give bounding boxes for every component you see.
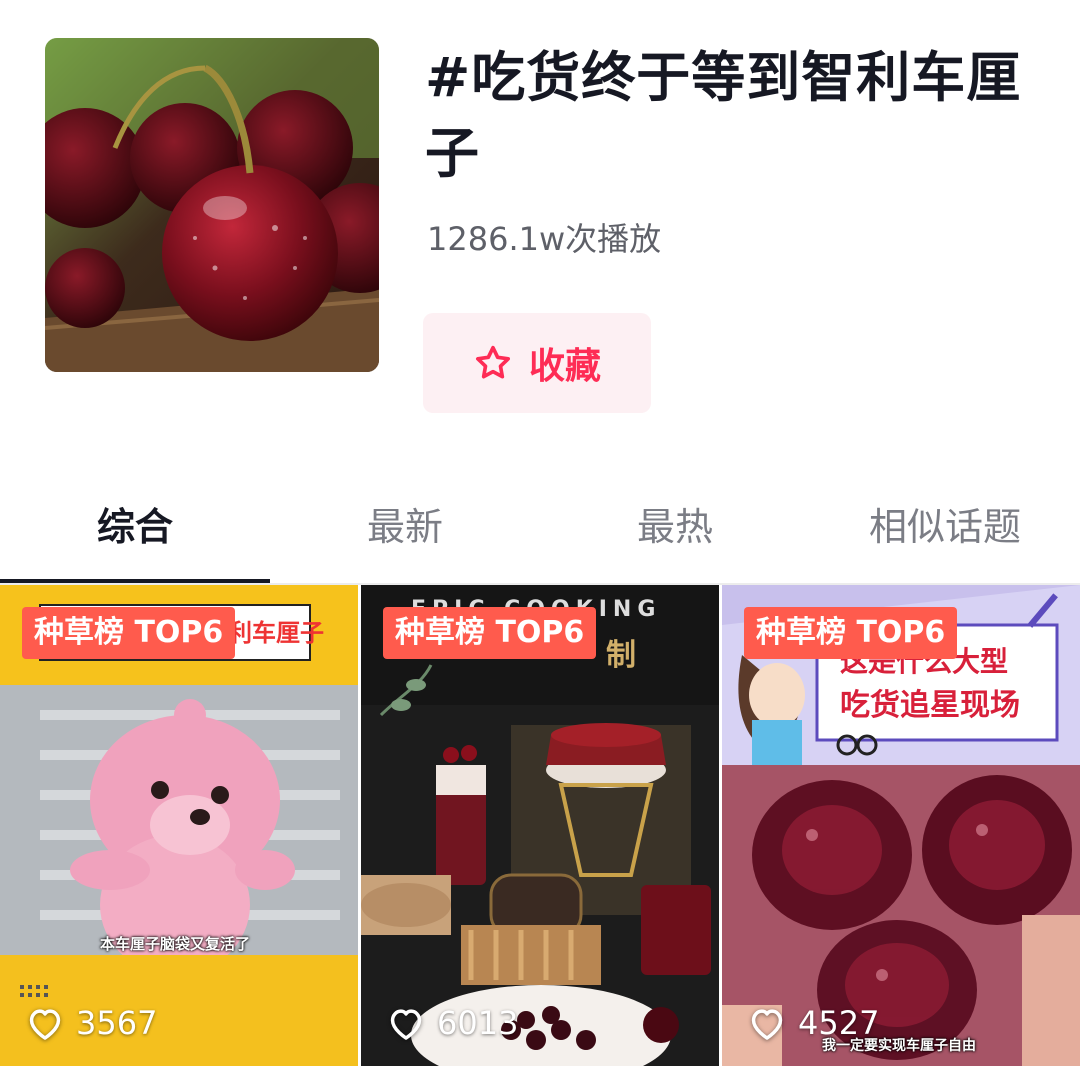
tab-hottest[interactable]: 最热 xyxy=(540,478,810,584)
favorite-button[interactable]: 收藏 xyxy=(423,313,651,413)
tab-comprehensive[interactable]: 综合 xyxy=(0,478,270,584)
video-card[interactable]: 利车厘子 本车厘子脑袋又复活了 种草榜 TOP6 3567 xyxy=(0,585,358,1066)
like-count-value: 3567 xyxy=(76,1004,158,1042)
video-card[interactable]: 这是什么大型 吃货追星现场 我一定要实现车厘子自由 种草榜 TOP6 4527 xyxy=(722,585,1080,1066)
star-outline-icon xyxy=(475,345,510,379)
tab-similar-topics[interactable]: 相似话题 xyxy=(810,478,1080,584)
video-overlay-subtext: 制 xyxy=(606,638,636,673)
ranking-badge: 种草榜 TOP6 xyxy=(383,607,597,659)
like-count: 4527 xyxy=(748,1004,879,1042)
like-count-value: 4527 xyxy=(798,1004,880,1042)
like-count: 3567 xyxy=(26,1004,157,1042)
like-count: 6013 xyxy=(387,1004,518,1042)
ranking-badge: 种草榜 TOP6 xyxy=(22,607,236,659)
like-count-value: 6013 xyxy=(437,1004,519,1042)
video-card[interactable]: EPIC COOKING 制 种草榜 TOP6 6013 xyxy=(361,585,719,1066)
ranking-badge: 种草榜 TOP6 xyxy=(744,607,958,659)
heart-outline-icon xyxy=(390,1009,422,1040)
topic-cover-image xyxy=(45,38,379,372)
play-count: 1286.1w次播放 xyxy=(427,220,662,258)
video-grid: 利车厘子 本车厘子脑袋又复活了 种草榜 TOP6 3567 制 种草榜 TOP6… xyxy=(0,585,1080,1066)
heart-outline-icon xyxy=(29,1009,61,1040)
video-overlay-text: 利车厘子 xyxy=(228,619,324,647)
tab-latest[interactable]: 最新 xyxy=(270,478,540,584)
topic-title: #吃货终于等到智利车厘子 xyxy=(425,46,1022,185)
video-overlay-subtext: 吃货追星现场 xyxy=(840,688,1020,723)
heart-outline-icon xyxy=(751,1009,783,1040)
favorite-label: 收藏 xyxy=(528,346,601,387)
video-caption: 本车厘子脑袋又复活了 xyxy=(100,935,251,953)
topic-tabs: 综合 最新 最热 相似话题 xyxy=(0,478,1080,584)
